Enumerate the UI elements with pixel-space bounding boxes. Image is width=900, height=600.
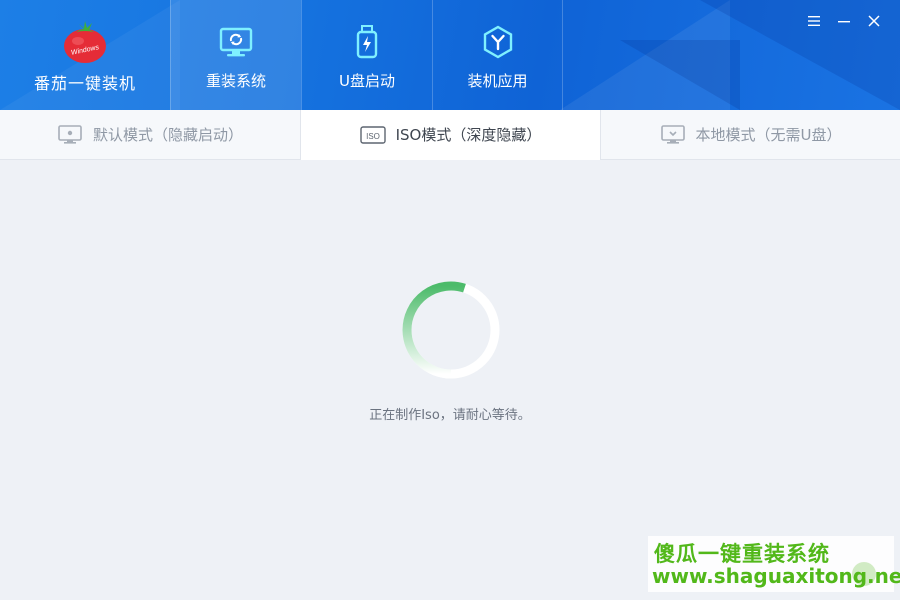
menu-icon[interactable] [806, 12, 822, 30]
close-icon[interactable] [866, 12, 882, 30]
app-hex-icon [483, 25, 512, 59]
minimize-icon[interactable] [836, 12, 852, 30]
usb-drive-icon [356, 25, 378, 59]
nav-label: U盘启动 [339, 72, 395, 90]
tab-label: 本地模式（无需U盘） [695, 126, 842, 144]
monitor-download-icon [660, 124, 685, 144]
brand-name: 番茄一键装机 [33, 74, 136, 93]
brand: Windows 番茄一键装机 [0, 0, 170, 110]
nav-item-reinstall-system[interactable]: 重装系统 [170, 0, 301, 110]
watermark: 傻瓜一键重装系统 www.shaguaxitong.net [648, 536, 900, 592]
nav-label: 重装系统 [205, 72, 266, 90]
iso-icon-text: ISO [366, 132, 380, 141]
tab-label: 默认模式（隐藏启动） [92, 126, 243, 144]
window-controls [806, 12, 882, 30]
status-message: 正在制作Iso，请耐心等待。 [369, 408, 531, 423]
iso-icon: ISO [359, 125, 386, 144]
header-bar: Windows 番茄一键装机 重装系统 U盘启动 装机应用 [0, 0, 900, 110]
monitor-icon [58, 124, 82, 144]
nav-label: 装机应用 [467, 72, 528, 90]
tab-label: ISO模式（深度隐藏） [395, 126, 542, 144]
mode-tabs: 默认模式（隐藏启动） ISO ISO模式（深度隐藏） 本地模式（无需U盘） [0, 110, 900, 160]
nav-item-install-apps[interactable]: 装机应用 [432, 0, 563, 110]
watermark-logo-icon [852, 562, 876, 586]
monitor-refresh-icon [219, 27, 253, 57]
loading-spinner [402, 281, 500, 379]
tomato-logo-icon: Windows [64, 21, 106, 63]
tab-local-mode[interactable]: 本地模式（无需U盘） [600, 110, 900, 160]
content-area: 正在制作Iso，请耐心等待。 傻瓜一键重装系统 www.shaguaxitong… [0, 160, 900, 600]
tab-default-mode[interactable]: 默认模式（隐藏启动） [0, 110, 301, 160]
main-nav: 重装系统 U盘启动 装机应用 [170, 0, 563, 110]
nav-item-usb-boot[interactable]: U盘启动 [301, 0, 432, 110]
tab-iso-mode[interactable]: ISO ISO模式（深度隐藏） [301, 110, 600, 160]
